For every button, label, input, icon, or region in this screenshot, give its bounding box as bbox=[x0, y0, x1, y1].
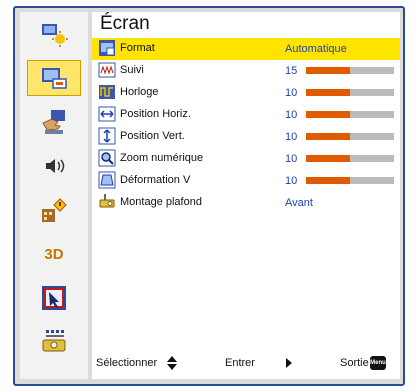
menu-label: Position Horiz. bbox=[120, 108, 191, 120]
vpos-icon bbox=[98, 127, 116, 145]
sidebar-item-options[interactable] bbox=[27, 192, 81, 228]
enter-hint: Entrer bbox=[225, 357, 255, 369]
sidebar-item-setup[interactable] bbox=[27, 104, 81, 140]
menu-value: 10 bbox=[285, 175, 298, 187]
lamp-icon bbox=[39, 283, 69, 313]
menu-label: Déformation V bbox=[120, 174, 191, 186]
menu-row-zoom[interactable]: Zoom numérique 10 bbox=[92, 148, 400, 170]
format-icon bbox=[99, 40, 115, 56]
menu-row-tracking[interactable]: Suivi 15 bbox=[92, 60, 400, 82]
zoom-icon bbox=[98, 149, 116, 167]
sidebar-item-lamp[interactable] bbox=[27, 280, 81, 316]
level-bar[interactable] bbox=[306, 67, 394, 74]
level-bar[interactable] bbox=[306, 111, 394, 118]
sidebar-item-display[interactable] bbox=[27, 60, 81, 96]
menu-label: Montage plafond bbox=[120, 196, 202, 208]
menu-value: 10 bbox=[285, 131, 298, 143]
page-title: Écran bbox=[100, 13, 150, 34]
select-hint: Sélectionner bbox=[96, 357, 158, 369]
ceiling-mount-icon bbox=[99, 194, 115, 208]
menu-value: 15 bbox=[285, 65, 298, 77]
menu-label: Zoom numérique bbox=[120, 152, 204, 164]
menu-row-vpos[interactable]: Position Vert. 10 bbox=[92, 126, 400, 148]
audio-icon bbox=[39, 151, 69, 181]
level-bar[interactable] bbox=[306, 89, 394, 96]
level-bar[interactable] bbox=[306, 155, 394, 162]
menu-value: 10 bbox=[285, 87, 298, 99]
menu-key-icon: Menu bbox=[370, 356, 386, 370]
display-icon bbox=[39, 63, 69, 93]
sidebar: 3D bbox=[20, 12, 88, 379]
menu-row-ceiling-mount[interactable]: Montage plafond Avant bbox=[92, 192, 400, 214]
options-icon bbox=[39, 195, 69, 225]
exit-hint: Sortie bbox=[340, 357, 369, 369]
clock-icon bbox=[99, 85, 115, 99]
keystone-icon bbox=[98, 171, 116, 189]
menu-row-clock[interactable]: Horloge 10 bbox=[92, 82, 400, 104]
menu-row-hpos[interactable]: Position Horiz. 10 bbox=[92, 104, 400, 126]
up-down-arrow-icon bbox=[167, 356, 177, 370]
menu-row-format[interactable]: Format Automatique bbox=[92, 38, 400, 60]
setup-hand-icon bbox=[39, 107, 69, 137]
3d-label: 3D bbox=[44, 245, 64, 263]
level-bar[interactable] bbox=[306, 177, 394, 184]
display-menu-panel: Écran Format Automatique Suivi 15 Horlog… bbox=[92, 12, 400, 379]
footer-hints: Sélectionner Entrer Sortie Menu bbox=[92, 353, 400, 375]
menu-label: Suivi bbox=[120, 64, 144, 76]
hpos-icon bbox=[98, 106, 116, 122]
sidebar-item-picture[interactable] bbox=[27, 16, 81, 52]
right-arrow-icon bbox=[286, 358, 292, 368]
menu-label: Position Vert. bbox=[120, 130, 185, 142]
level-bar[interactable] bbox=[306, 133, 394, 140]
sidebar-item-3d[interactable]: 3D bbox=[27, 236, 81, 272]
menu-value: Automatique bbox=[285, 43, 347, 55]
picture-brightness-icon bbox=[39, 19, 69, 49]
network-icon bbox=[39, 327, 69, 357]
sidebar-item-network[interactable] bbox=[27, 324, 81, 360]
menu-value: Avant bbox=[285, 197, 313, 209]
menu-label: Format bbox=[120, 42, 155, 54]
sidebar-item-audio[interactable] bbox=[27, 148, 81, 184]
tracking-icon bbox=[98, 62, 116, 78]
menu-value: 10 bbox=[285, 153, 298, 165]
menu-row-keystone[interactable]: Déformation V 10 bbox=[92, 170, 400, 192]
menu-value: 10 bbox=[285, 109, 298, 121]
menu-label: Horloge bbox=[120, 86, 159, 98]
